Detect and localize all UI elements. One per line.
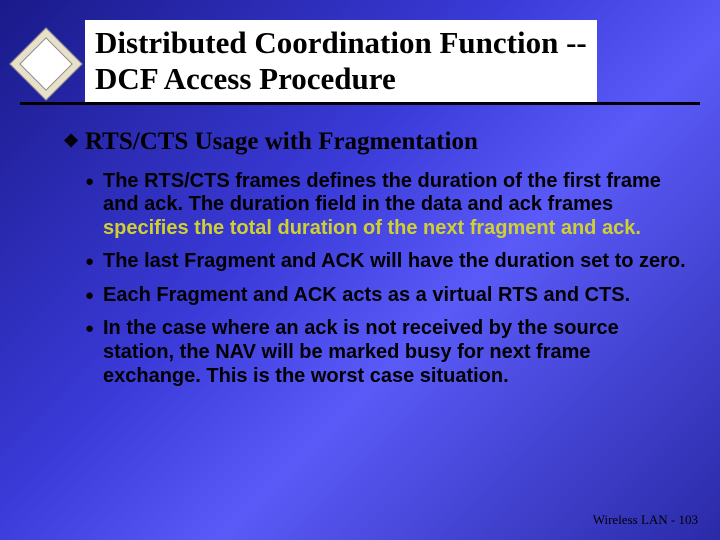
slide: Distributed Coordination Function -- DCF… <box>0 0 720 540</box>
bullet-text-pre: The last Fragment and ACK will have the … <box>103 250 686 272</box>
list-item: ● In the case where an ack is not receiv… <box>103 317 690 388</box>
bullet-text-pre: In the case where an ack is not received… <box>103 317 619 386</box>
title-area: Distributed Coordination Function -- DCF… <box>85 20 690 103</box>
diamond-bullet-icon: ❖ <box>63 132 79 152</box>
list-item: ● The last Fragment and ACK will have th… <box>103 250 690 274</box>
disc-bullet-icon: ● <box>85 287 94 305</box>
list-item: ● Each Fragment and ACK acts as a virtua… <box>103 284 690 308</box>
footer-text: Wireless LAN - 103 <box>593 512 698 527</box>
disc-bullet-icon: ● <box>85 320 94 338</box>
subheading-text: RTS/CTS Usage with Fragmentation <box>85 128 478 155</box>
bullet-text-pre: The RTS/CTS frames defines the duration … <box>103 170 661 216</box>
title-line-2: DCF Access Procedure <box>95 61 396 96</box>
bullet-text-highlight: specifies the total duration of the next… <box>103 217 641 239</box>
disc-bullet-icon: ● <box>85 173 94 191</box>
content-area: ❖ RTS/CTS Usage with Fragmentation ● The… <box>85 128 690 398</box>
disc-bullet-icon: ● <box>85 253 94 271</box>
title-underline <box>20 102 700 105</box>
title-bullet-icon <box>20 38 70 88</box>
slide-footer: Wireless LAN - 103 <box>593 512 698 528</box>
subheading: ❖ RTS/CTS Usage with Fragmentation <box>85 128 690 156</box>
bullet-text-pre: Each Fragment and ACK acts as a virtual … <box>103 284 630 306</box>
slide-title: Distributed Coordination Function -- DCF… <box>85 20 597 103</box>
title-line-1: Distributed Coordination Function -- <box>95 25 587 60</box>
list-item: ● The RTS/CTS frames defines the duratio… <box>103 170 690 241</box>
